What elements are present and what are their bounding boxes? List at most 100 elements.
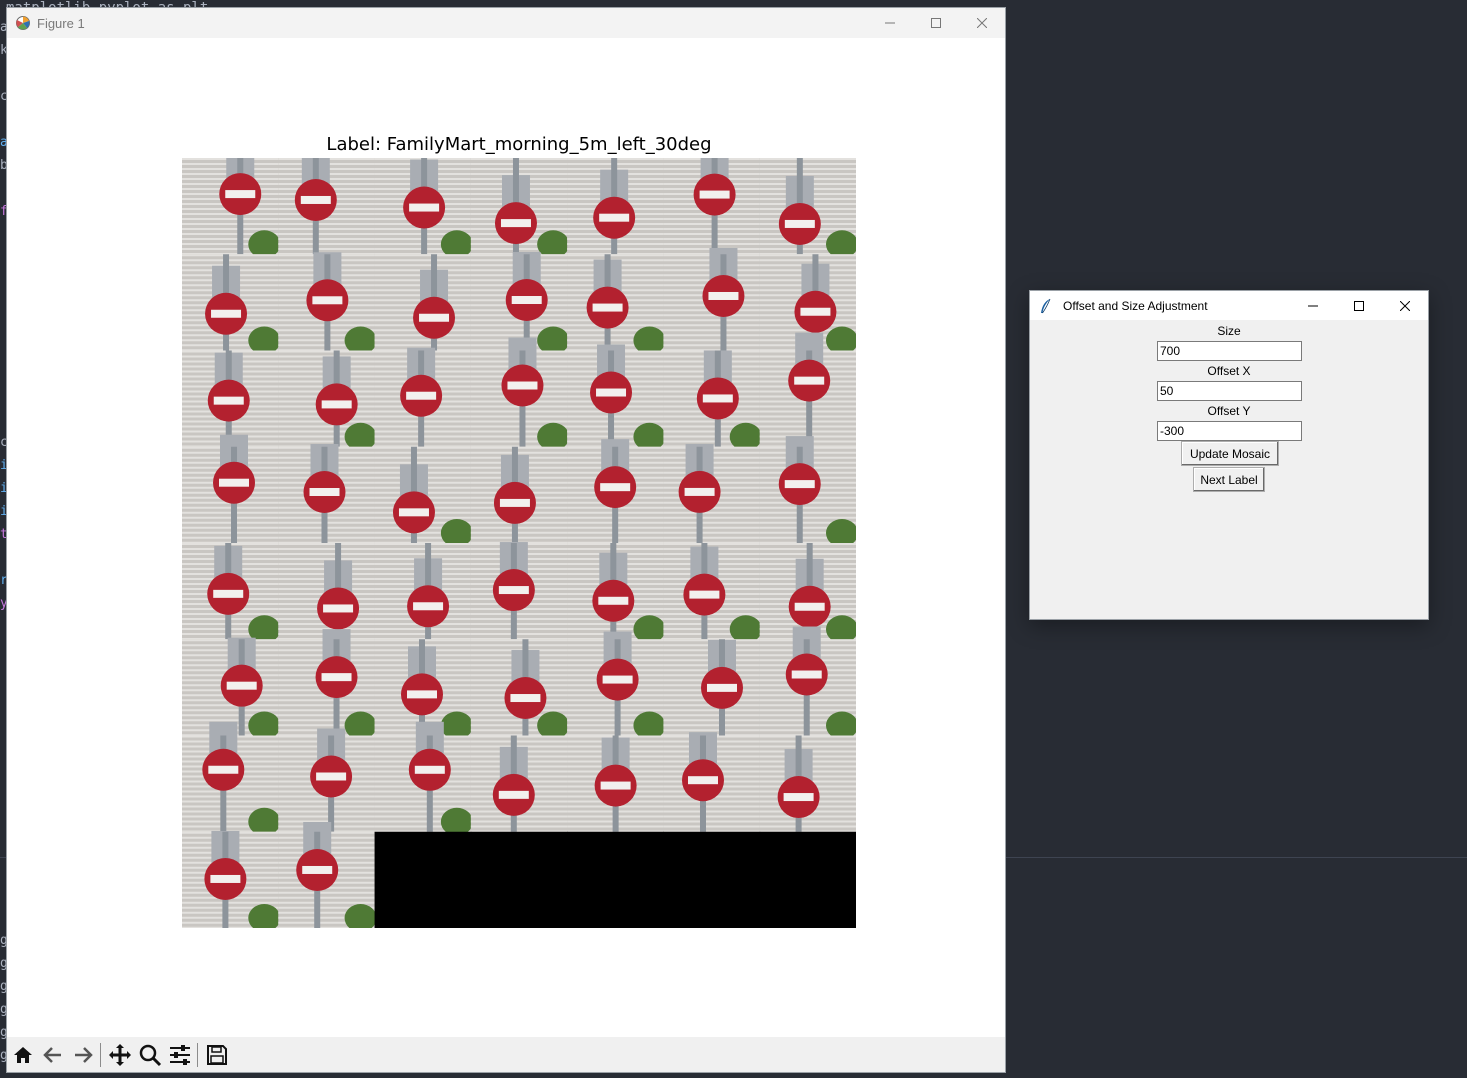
mosaic-empty-tile [374,831,472,929]
figure-window-title: Figure 1 [37,15,85,31]
maximize-icon [1354,300,1364,311]
home-icon [14,1046,32,1063]
configure-subplots-button[interactable] [166,1041,194,1069]
mosaic-tile [470,735,568,833]
offset-y-input[interactable] [1157,421,1302,441]
forward-button[interactable] [69,1041,97,1069]
mosaic-tile [567,158,664,255]
minimize-icon [885,22,895,24]
mosaic-empty-tile [759,831,857,929]
figure-titlebar[interactable]: Figure 1 [7,8,1005,38]
update-mosaic-button[interactable]: Update Mosaic [1181,441,1279,466]
save-icon [207,1044,227,1065]
mosaic-tile [278,629,377,740]
minimize-button[interactable] [867,8,913,38]
back-button[interactable] [39,1041,67,1069]
close-icon [1400,300,1410,311]
mosaic-tile [182,254,281,355]
mosaic-tile [182,350,279,448]
mosaic-tile [182,830,281,932]
navigation-toolbar [7,1037,1005,1072]
mosaic-tile [759,436,858,547]
home-button[interactable] [9,1041,37,1069]
figure-canvas[interactable]: Label: FamilyMart_morning_5m_left_30deg [7,38,1005,1038]
dialog-title: Offset and Size Adjustment [1063,298,1208,313]
mosaic-tile [278,350,377,451]
minimize-icon [1308,305,1318,306]
mosaic-tile [374,254,472,352]
mosaic-tile [470,337,570,451]
mosaic-tile [663,732,761,833]
toolbar-separator [197,1042,198,1067]
plot-title: Label: FamilyMart_morning_5m_left_30deg [326,134,712,155]
mosaic-tile [278,728,376,833]
close-icon [977,18,987,28]
mosaic-tile [567,254,666,355]
pan-icon [109,1043,131,1066]
mosaic-tile [182,721,281,836]
close-button[interactable] [959,8,1005,38]
mosaic-tile [278,444,376,544]
mosaic-tile [374,158,473,259]
mosaic-tile [374,347,472,448]
size-label: Size [1217,324,1241,338]
figure-window: Figure 1 Label: FamilyMart_morning_5m_le… [6,7,1006,1073]
mosaic-tile [567,631,666,740]
mosaic-empty-tile [470,831,568,929]
editor-panel-divider [1006,857,1467,858]
mosaic-tile [470,446,568,544]
toolbar-separator [100,1042,101,1067]
mosaic-tile [374,543,472,640]
tk-feather-icon [1041,298,1051,313]
zoom-button[interactable] [136,1041,164,1069]
image-mosaic [182,146,858,932]
mosaic-tile [759,735,857,833]
dialog-maximize-button[interactable] [1336,291,1382,320]
mosaic-tile [470,639,570,740]
mosaic-tile [567,735,664,833]
mosaic-tile [278,252,377,355]
mosaic-tile [663,443,761,544]
mosaic-tile [759,626,858,740]
mosaic-tile [182,543,281,644]
mosaic-tile [663,639,761,737]
mosaic-tile [470,542,568,640]
configure-subplots-icon [170,1044,190,1065]
mosaic-tile [182,434,279,544]
mosaic-tile [470,158,570,259]
offset-y-label: Offset Y [1207,404,1251,418]
mosaic-tile [567,439,664,544]
back-icon [43,1046,61,1063]
mosaic-tile [759,158,858,259]
matplotlib-app-icon [16,16,30,30]
mosaic-tile [278,543,376,640]
offset-x-input[interactable] [1157,381,1302,401]
maximize-icon [931,18,941,28]
mosaic-tile [663,247,761,352]
mosaic-empty-tile [567,831,664,929]
dialog-titlebar[interactable]: Offset and Size Adjustment [1030,291,1428,320]
mosaic-tile [278,821,377,932]
mosaic-tile [663,543,762,644]
mosaic-empty-tile [663,831,761,929]
forward-icon [75,1046,93,1063]
mosaic-svg [182,146,858,932]
zoom-icon [139,1044,162,1066]
save-button[interactable] [203,1041,231,1069]
offset-x-label: Offset X [1207,364,1251,378]
mosaic-tile [182,146,281,259]
mosaic-tile [567,543,666,644]
dialog-close-button[interactable] [1382,291,1428,320]
maximize-button[interactable] [913,8,959,38]
next-label-button[interactable]: Next Label [1193,467,1265,492]
mosaic-tile [663,350,762,451]
mosaic-tile [374,721,473,836]
mosaic-tile [567,344,666,451]
mosaic-tile [278,151,376,255]
pan-button[interactable] [106,1041,134,1069]
mosaic-tile [374,446,473,547]
offset-size-dialog: Offset and Size Adjustment Size Offset X… [1029,290,1429,620]
mosaic-tile [663,146,761,255]
dialog-minimize-button[interactable] [1290,291,1336,320]
size-input[interactable] [1157,341,1302,361]
